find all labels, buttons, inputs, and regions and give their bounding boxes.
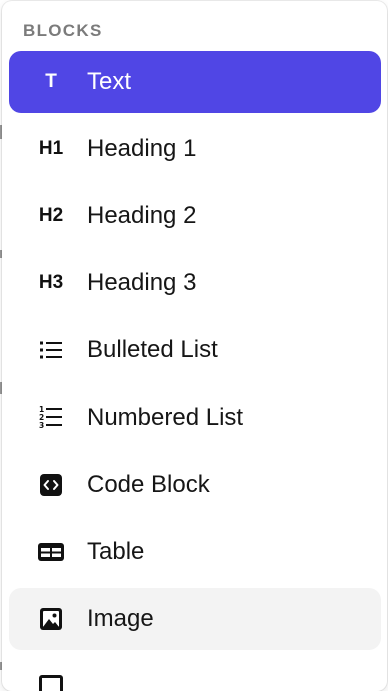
code-block-icon [9, 474, 93, 496]
block-type-menu: BLOCKS T Text H1 Heading 1 H2 Heading 2 … [2, 1, 387, 691]
menu-item-table[interactable]: Table [9, 521, 381, 583]
table-icon [9, 543, 93, 561]
numbered-list-icon: 1 2 3 [9, 405, 93, 431]
menu-item-bulleted-list[interactable]: Bulleted List [9, 319, 381, 381]
menu-item-heading-1[interactable]: H1 Heading 1 [9, 118, 381, 180]
bulleted-list-icon [9, 339, 93, 361]
menu-item-label: Table [87, 538, 145, 565]
menu-item-label: Heading 3 [87, 269, 197, 296]
menu-item-heading-3[interactable]: H3 Heading 3 [9, 252, 381, 314]
menu-item-label: Bulleted List [87, 336, 218, 363]
menu-item-partial[interactable] [9, 655, 381, 691]
menu-item-numbered-list[interactable]: 1 2 3 Numbered List [9, 387, 381, 449]
text-icon: T [45, 71, 57, 92]
menu-item-label: Heading 2 [87, 202, 197, 229]
svg-text:3: 3 [39, 421, 44, 430]
heading-2-icon: H2 [38, 205, 64, 226]
image-icon [9, 608, 93, 630]
section-header-blocks: BLOCKS [23, 21, 103, 40]
heading-3-icon: H3 [38, 272, 64, 293]
menu-item-code-block[interactable]: Code Block [9, 454, 381, 516]
menu-item-label: Image [87, 605, 154, 632]
menu-item-label: Numbered List [87, 404, 244, 431]
menu-item-label: Code Block [87, 471, 210, 498]
menu-item-image[interactable]: Image [9, 588, 381, 650]
menu-item-label: Heading 1 [87, 135, 197, 162]
menu-item-heading-2[interactable]: H2 Heading 2 [9, 185, 381, 247]
heading-1-icon: H1 [38, 138, 64, 159]
partial-item-icon [9, 675, 93, 691]
menu-item-label: Text [87, 68, 132, 95]
menu-item-text[interactable]: T Text [9, 51, 381, 113]
